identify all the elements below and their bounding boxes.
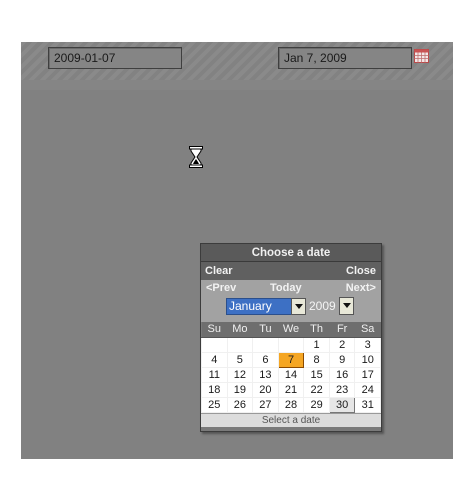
day-cell[interactable]: 3 (354, 336, 381, 353)
day-cell[interactable]: 11 (201, 366, 228, 383)
app-background: 2009-01-07 Jan 7, 2009 Choose a date Cle… (21, 42, 453, 459)
day-cell[interactable]: 2 (328, 336, 356, 353)
calendar-week-row: 123 (201, 336, 381, 353)
day-cell[interactable]: 14 (277, 366, 305, 383)
today-button[interactable]: Today (270, 282, 302, 294)
day-cell[interactable]: 17 (354, 366, 381, 383)
day-cell[interactable]: 22 (303, 381, 330, 398)
iso-date-input[interactable]: 2009-01-07 (48, 47, 182, 69)
chevron-down-icon (295, 304, 303, 309)
day-cell[interactable]: 6 (252, 351, 279, 368)
weekday-header: Su (201, 322, 228, 338)
day-cell[interactable]: 7 (277, 351, 305, 368)
calendar-week-row: 18 19 20 21 22 23 24 (201, 381, 381, 398)
day-cell[interactable]: 25 (201, 396, 228, 413)
day-cell[interactable]: 19 (226, 381, 254, 398)
day-cell[interactable]: 1 (303, 336, 330, 353)
day-cell[interactable]: 18 (201, 381, 228, 398)
day-cell[interactable]: 16 (328, 366, 356, 383)
weekday-header: Fr (329, 322, 355, 338)
empty-day-cell (252, 336, 279, 353)
next-month-button[interactable]: Next> (346, 282, 376, 294)
hourglass-icon (189, 146, 203, 168)
calendar-title: Choose a date (201, 244, 381, 262)
day-cell[interactable]: 24 (354, 381, 381, 398)
calendar-weeks: 1 2 3 4 5 6 7 8 9 10 11 12 13 14 15 16 17 18 19 20 21 22 23 24 2… (201, 336, 381, 413)
day-cell[interactable]: 29 (303, 396, 330, 413)
date-picker-popup: Choose a date Clear Close <Prev Today Ne… (200, 243, 382, 432)
empty-day-cell (226, 336, 254, 353)
status-text: Select a date (201, 412, 381, 427)
day-cell[interactable]: 4 (201, 351, 228, 368)
year-value: 2009 (309, 299, 336, 313)
prev-month-button[interactable]: <Prev (206, 282, 236, 294)
year-dropdown-arrow[interactable] (339, 297, 354, 315)
day-cell[interactable]: 31 (354, 396, 381, 413)
clear-button[interactable]: Clear (205, 262, 233, 280)
empty-day-cell (277, 336, 305, 353)
day-cell[interactable]: 23 (328, 381, 356, 398)
calendar-icon[interactable] (414, 49, 429, 63)
day-cell[interactable]: 26 (226, 396, 254, 413)
calendar-action-bar: Clear Close (201, 262, 381, 280)
close-button[interactable]: Close (346, 262, 376, 280)
day-cell[interactable]: 13 (252, 366, 279, 383)
month-dropdown-arrow[interactable] (291, 298, 306, 315)
day-cell[interactable]: 28 (277, 396, 305, 413)
weekday-header: Mo (227, 322, 253, 338)
weekday-header: We (278, 322, 304, 338)
day-cell[interactable]: 15 (303, 366, 330, 383)
day-cell[interactable]: 8 (303, 351, 330, 368)
day-cell[interactable]: 9 (328, 351, 356, 368)
calendar-week-row: 25 26 27 28 29 30 31 (201, 396, 381, 413)
formatted-date-input[interactable]: Jan 7, 2009 (278, 47, 412, 69)
day-cell[interactable]: 20 (252, 381, 279, 398)
day-cell[interactable]: 10 (354, 351, 381, 368)
weekday-header: Sa (354, 322, 381, 338)
calendar-grid: Su Mo Tu We Th Fr Sa 1 2 3 4 5 6 7 8 9 10 11 12 13 14 15 16 17… (201, 322, 381, 413)
weekday-header: Tu (252, 322, 279, 338)
calendar-week-row: 4 5 6 7 8 9 10 (201, 351, 381, 368)
chevron-down-icon (343, 303, 351, 308)
day-cell[interactable]: 30 (328, 396, 356, 413)
calendar-week-row: 11 12 13 14 15 16 17 (201, 366, 381, 383)
weekday-header: Th (303, 322, 330, 338)
day-cell[interactable]: 12 (226, 366, 254, 383)
day-cell[interactable]: 21 (277, 381, 305, 398)
weekday-header-row: Su Mo Tu We Th Fr Sa (201, 322, 381, 338)
empty-day-cell (201, 336, 228, 353)
day-cell[interactable]: 5 (226, 351, 254, 368)
calendar-navigation: <Prev Today Next> January 2009 (201, 280, 381, 322)
day-cell[interactable]: 27 (252, 396, 279, 413)
